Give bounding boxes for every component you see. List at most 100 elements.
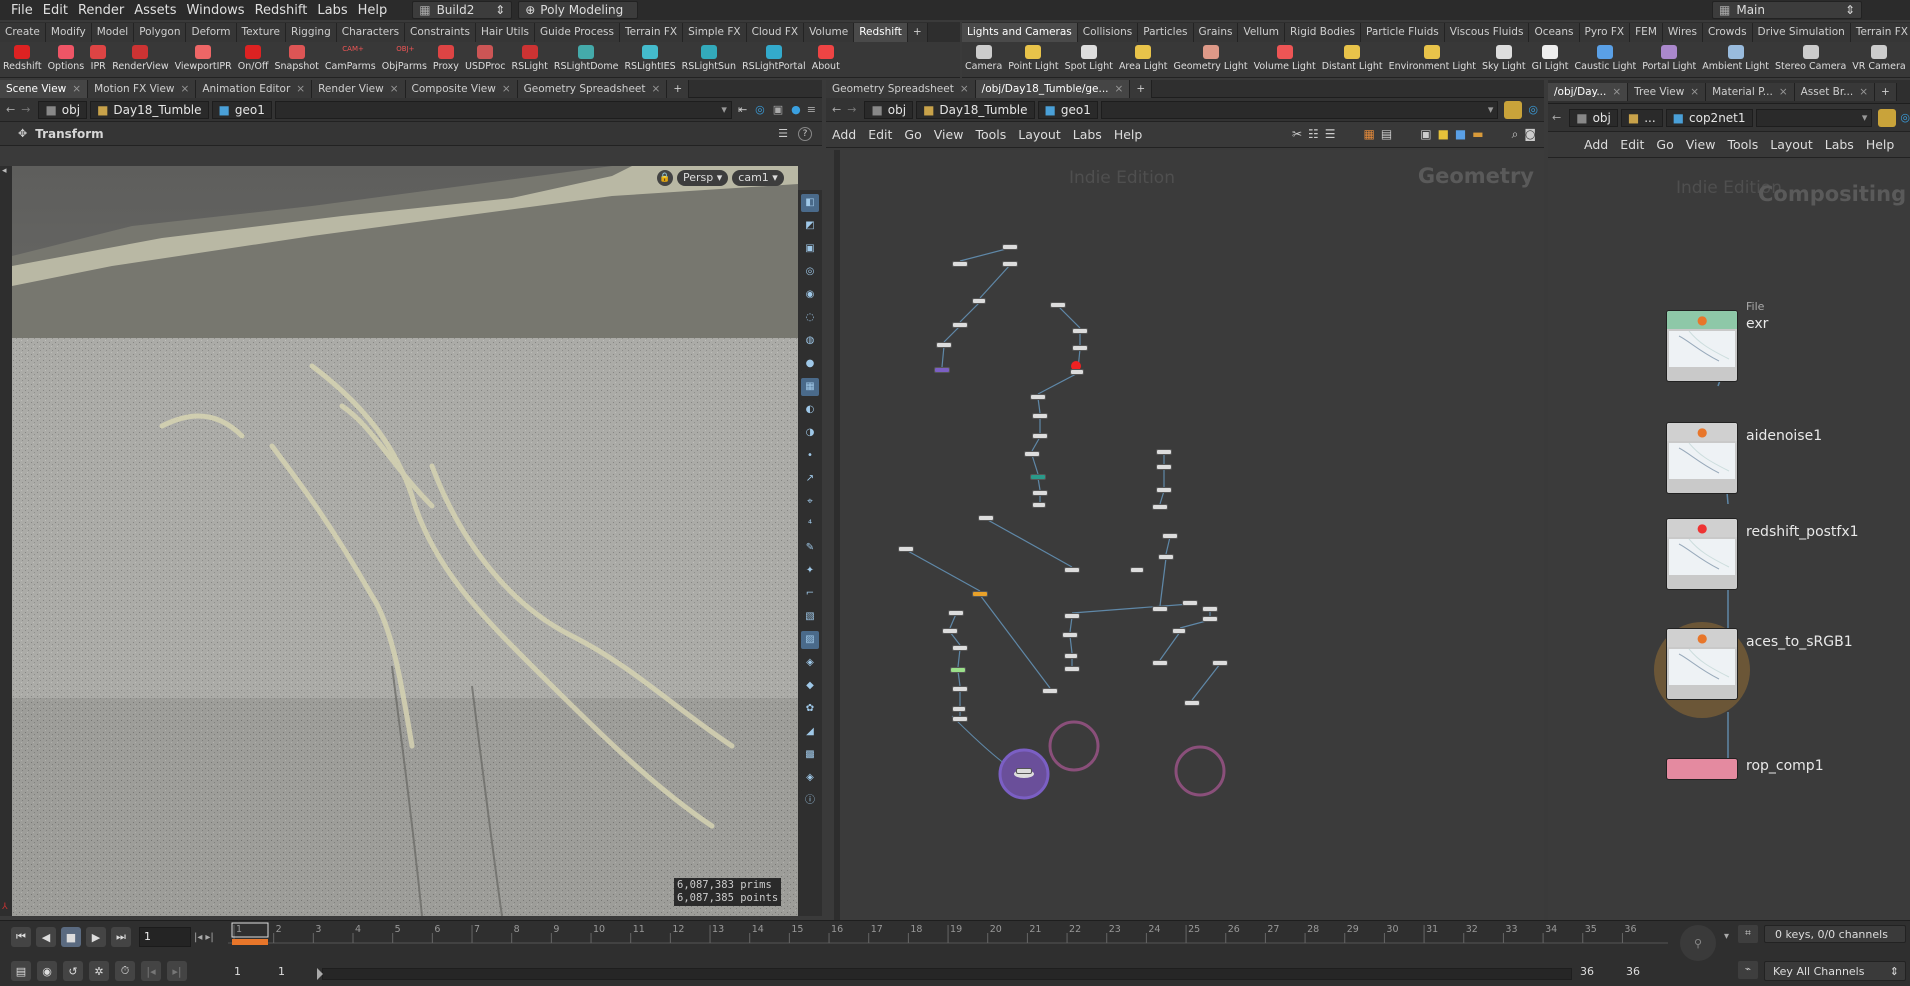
nw-menu-labs[interactable]: Labs [1067,127,1108,142]
lock-icon[interactable]: 🔒 [657,170,673,186]
tool-options-icon[interactable]: ☰ [778,127,788,140]
tool-viewportipr[interactable]: ViewportIPR [172,42,235,72]
network-node[interactable] [1152,504,1168,510]
tool8-icon[interactable]: ◈ [801,769,819,787]
shelf-tab-deform[interactable]: Deform [186,23,237,42]
image-icon[interactable]: ▣ [1420,127,1431,142]
range-slider[interactable] [317,968,1572,980]
network-node[interactable] [978,515,994,521]
cop-node-aces-to-srgb1[interactable]: ● [1666,628,1738,700]
close-icon[interactable]: × [1115,80,1124,98]
close-icon[interactable]: × [390,80,399,98]
tool5-icon[interactable]: ✿ [801,700,819,718]
prev-key-icon[interactable]: |◂ [141,961,161,981]
range-start2[interactable]: 1 [278,965,285,978]
tool-point-light[interactable]: Point Light [1005,42,1061,72]
network-node[interactable] [952,716,968,722]
nw-menu-go[interactable]: Go [898,127,927,142]
breadcrumb-obj[interactable]: ■ obj [864,100,914,119]
eyedropper-icon[interactable]: ⌖ [801,493,819,511]
shelf-tab-fem[interactable]: FEM [1630,23,1663,42]
tool-gi-light[interactable]: GI Light [1529,42,1572,72]
network-node[interactable] [1032,490,1048,496]
fps-icon[interactable]: ⏱ [115,961,135,981]
shelf-tab-cloud-fx[interactable]: Cloud FX [746,23,805,42]
key-icon[interactable]: ⌁ [1738,961,1758,979]
menu-windows[interactable]: Windows [182,3,250,18]
pane-tab-geometry-spreadsheet[interactable]: Geometry Spreadsheet × [826,79,976,98]
close-icon[interactable]: × [960,80,969,98]
tool-area-light[interactable]: Area Light [1116,42,1171,72]
next-key-icon[interactable]: ▸| [167,961,187,981]
range-handle-icon[interactable] [317,968,323,980]
dropdown-arrow-icon[interactable]: ▾ [1724,931,1729,942]
pane-tab-material-p[interactable]: Material P... × [1706,82,1795,101]
close-icon[interactable]: × [72,80,81,98]
pane-tab-obj-day[interactable]: /obj/Day... × [1548,82,1629,101]
shelf-tab-drive-simulation[interactable]: Drive Simulation [1752,23,1851,42]
persp-menu[interactable]: Persp ▾ [677,170,729,186]
tool-geometry-light[interactable]: Geometry Light [1171,42,1251,72]
network-node[interactable] [1064,666,1080,672]
nw-menu-labs[interactable]: Labs [1819,137,1860,152]
compositing-editor[interactable]: Indie Edition Compositing ● exr File ● aiden… [1548,160,1910,920]
range-start[interactable]: 1 [234,965,241,978]
tool-portal-light[interactable]: Portal Light [1639,42,1699,72]
settings-icon[interactable]: ✲ [89,961,109,981]
pane-tab-obj-day18-tumble-ge[interactable]: /obj/Day18_Tumble/ge... × [975,79,1131,98]
key-wheel-icon[interactable]: ⚲ [1680,925,1716,961]
nw-menu-view[interactable]: View [1680,137,1722,152]
desktop-selector[interactable]: ⊕ Poly Modeling [518,1,639,19]
forward-arrow-icon[interactable]: → [847,103,856,116]
network-node[interactable] [1162,533,1178,539]
number-icon[interactable]: ⁴ [801,516,819,534]
brush-icon[interactable]: ↗ [801,470,819,488]
current-frame-field[interactable]: 1 [139,927,191,947]
viewport[interactable]: 🔒 Persp ▾ cam1 ▾ 6,087,383 prims 6,087,3… [12,166,798,916]
light-icon[interactable]: ◌ [801,309,819,327]
nw-menu-view[interactable]: View [928,127,970,142]
shelf-tab-grains[interactable]: Grains [1193,23,1239,42]
grid-view-icon[interactable]: ▦ [1364,127,1375,142]
shelf-tab-create[interactable]: Create [0,23,46,42]
shelf-tab-rigging[interactable]: Rigging [285,23,337,42]
tool7-icon[interactable]: ▩ [801,746,819,764]
nw-menu-tools[interactable]: Tools [1721,137,1764,152]
pane-tab-composite-view[interactable]: Composite View × [405,79,518,98]
tool-environment-light[interactable]: Environment Light [1386,42,1479,72]
audio-icon[interactable]: ◉ [37,961,57,981]
network-node[interactable] [1158,554,1174,560]
close-icon[interactable]: × [181,80,190,98]
tool-options[interactable]: Options [45,42,88,72]
tool-stereo-camera[interactable]: Stereo Camera [1772,42,1849,72]
network-node[interactable] [1202,606,1218,612]
shelf-tab-constraints[interactable]: Constraints [405,23,476,42]
menu-assets[interactable]: Assets [129,3,181,18]
network-node[interactable] [934,367,950,373]
network-node[interactable] [952,261,968,267]
timeline-ruler[interactable]: 1 2 3 4 5 6 7 8 9 10 11 12 13 14 15 16 17 18 19 20 21 22 23 24 2… [228,921,1668,955]
network-node[interactable] [952,706,966,712]
pin-pane-icon[interactable] [1504,100,1523,119]
shelf-tab-hair-utils[interactable]: Hair Utils [475,23,535,42]
scene-icon[interactable]: ◐ [801,401,819,419]
tool-on-off[interactable]: On/Off [235,42,272,72]
pane-tab-geometry-spreadsheet[interactable]: Geometry Spreadsheet × [517,79,668,98]
network-node[interactable] [1130,567,1144,573]
key-mode-select[interactable]: Key All Channels ⇕ [1764,961,1906,981]
cop-node-exr[interactable]: ● [1666,310,1738,382]
move-icon[interactable]: ◩ [801,217,819,235]
network-node[interactable] [1064,567,1080,573]
shelf-tab-volume[interactable]: Volume [804,23,855,42]
close-icon[interactable]: × [652,80,661,98]
network-node[interactable] [1024,451,1040,457]
pane-tab-scene-view[interactable]: Scene View × [0,79,89,98]
snap-icon[interactable]: ◎ [801,263,819,281]
network-node[interactable] [1042,688,1058,694]
jump-end-icon[interactable]: ⏭ [111,927,131,947]
menu-render[interactable]: Render [73,3,129,18]
link-icon[interactable]: ◎ [755,103,765,116]
network-node[interactable] [1172,628,1186,634]
nw-menu-go[interactable]: Go [1650,137,1679,152]
pen-icon[interactable]: ✎ [801,539,819,557]
